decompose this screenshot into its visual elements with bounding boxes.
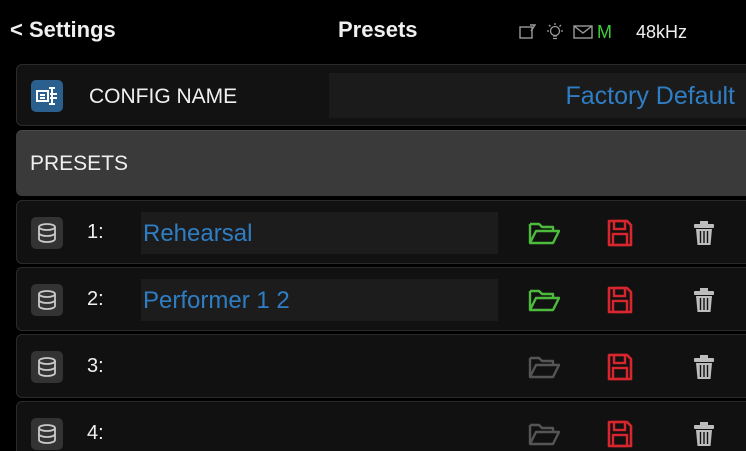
- database-icon: [31, 418, 63, 450]
- database-icon: [31, 284, 63, 316]
- save-preset-floppy-icon[interactable]: [603, 217, 637, 249]
- load-preset-folder-icon[interactable]: [527, 217, 561, 249]
- presets-section-header: PRESETS: [16, 130, 746, 196]
- page-title: Presets: [338, 17, 418, 42]
- database-icon: [31, 217, 63, 249]
- delete-preset-trash-icon[interactable]: [687, 284, 721, 316]
- config-name-label: CONFIG NAME: [89, 85, 238, 108]
- delete-preset-trash-icon[interactable]: [687, 351, 721, 383]
- load-preset-folder-icon[interactable]: [527, 284, 561, 316]
- delete-preset-trash-icon[interactable]: [687, 418, 721, 450]
- preset-number: 4:: [87, 422, 104, 444]
- preset-name: Performer 1 2: [143, 287, 290, 314]
- preset-row: 4:: [16, 401, 746, 451]
- preset-number: 3:: [87, 355, 104, 377]
- lightbulb-icon: [545, 22, 565, 42]
- preset-row: 2: Performer 1 2: [16, 267, 746, 331]
- preset-name-field[interactable]: Performer 1 2: [141, 279, 498, 321]
- envelope-icon: [573, 24, 593, 40]
- top-bar: < Settings Presets M 48kHz: [0, 0, 746, 61]
- preset-number: 1:: [87, 221, 104, 243]
- preset-row: 1: Rehearsal: [16, 200, 746, 264]
- tablet-edit-icon: [519, 24, 537, 40]
- save-preset-floppy-icon[interactable]: [603, 351, 637, 383]
- presets-header-label: PRESETS: [30, 152, 129, 175]
- load-preset-folder-icon: [527, 418, 561, 450]
- config-name-value: Factory Default: [565, 82, 735, 110]
- preset-number: 2:: [87, 288, 104, 310]
- database-icon: [31, 351, 63, 383]
- status-m-indicator: M: [597, 21, 612, 42]
- back-button[interactable]: < Settings: [10, 17, 116, 43]
- save-preset-floppy-icon[interactable]: [603, 284, 637, 316]
- sample-rate: 48kHz: [636, 21, 688, 42]
- config-name-field[interactable]: Factory Default: [329, 73, 746, 118]
- config-name-icon: [31, 80, 63, 112]
- preset-name: Rehearsal: [143, 220, 253, 247]
- preset-name-field[interactable]: Rehearsal: [141, 212, 498, 254]
- status-area: M 48kHz: [519, 21, 687, 43]
- preset-row: 3:: [16, 334, 746, 398]
- load-preset-folder-icon: [527, 351, 561, 383]
- save-preset-floppy-icon[interactable]: [603, 418, 637, 450]
- config-name-row: CONFIG NAME Factory Default: [16, 64, 746, 126]
- delete-preset-trash-icon[interactable]: [687, 217, 721, 249]
